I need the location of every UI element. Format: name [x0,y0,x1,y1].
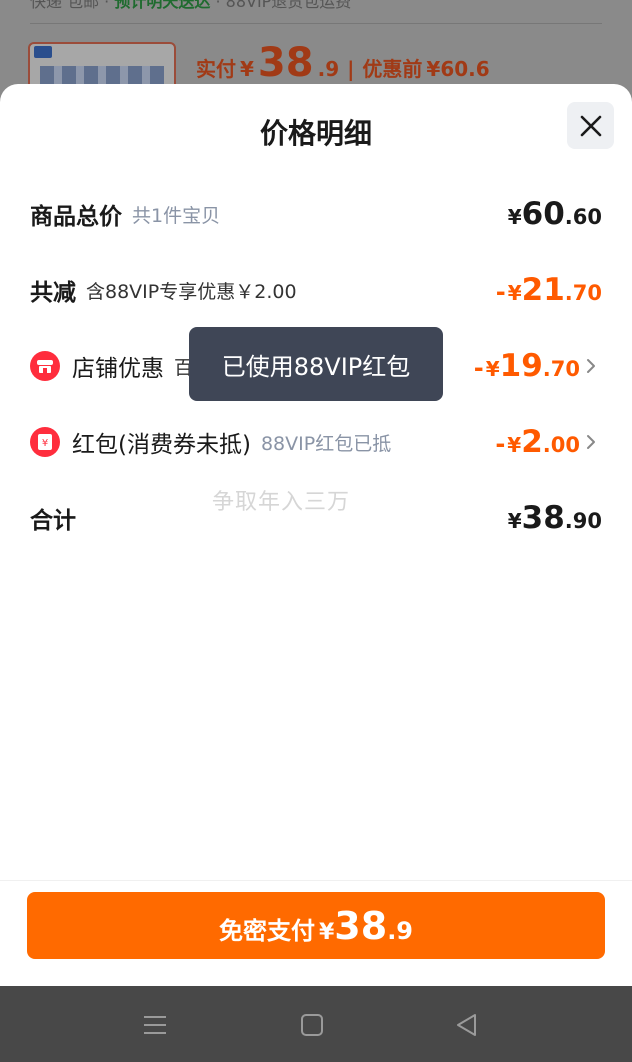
row-red-packet[interactable]: ¥ 红包(消费券未抵) 88VIP红包已抵 - ¥2.00 [30,422,602,462]
price-currency: ¥ [240,57,254,81]
minus-sign: - [495,430,506,458]
total-label: 商品总价 [30,204,122,230]
currency: ¥ [507,205,522,229]
divider [30,23,602,24]
sum-label: 合计 [30,508,76,534]
sheet-title: 价格明细 [259,117,372,150]
red-packet-label: 红包(消费券未抵) [72,432,251,458]
row-total-price: 商品总价 共1件宝贝 ¥60.60 [30,194,602,234]
red-packet-sub: 88VIP红包已抵 [260,432,392,455]
red-packet-amount: - ¥2.00 [495,424,580,460]
price-separator: | [347,57,355,81]
delivery-info: 快递 包邮 · 预计明天送达 · 88VIP退货包运费 [30,0,630,18]
amount-dec: .90 [564,509,602,533]
watermark: 争取年入三万 [212,490,351,515]
pay-amount-int: 38 [334,904,388,948]
original-price: ¥60.6 [426,57,490,81]
minus-sign: - [495,278,506,306]
shop-amount: - ¥19.70 [474,348,580,384]
amount-int: 2 [521,424,543,460]
price-detail-sheet: 价格明细 商品总价 共1件宝贝 ¥60.60 共减 含88VIP专享优惠￥2.0… [0,84,632,986]
minus-sign: - [473,354,484,382]
delivery-suffix: · 88VIP退货包运费 [210,0,352,11]
amount-int: 38 [521,500,565,536]
discount-amount: - ¥21.70 [496,272,602,308]
currency: ¥ [485,357,500,381]
back-icon[interactable] [452,1010,482,1040]
home-icon[interactable] [297,1010,327,1040]
amount-int: 60 [521,196,565,232]
footer-divider [0,880,632,881]
amount-dec: .60 [564,205,602,229]
close-icon [580,115,601,136]
system-nav-bar [0,986,632,1062]
price-int: 38 [257,40,314,86]
pay-amount-dec: .9 [387,917,414,945]
menu-icon[interactable] [140,1010,170,1040]
row-total-discount: 共减 含88VIP专享优惠￥2.00 - ¥21.70 [30,270,602,310]
brand-tag-icon [34,46,52,58]
price-label: 实付 [196,57,236,81]
toast-message: 已使用88VIP红包 [189,327,443,401]
chevron-right-icon [586,434,602,450]
price-dec: .9 [317,57,340,81]
sum-amount: ¥38.90 [508,500,602,536]
currency: ¥ [507,433,522,457]
shop-label: 店铺优惠 [72,356,164,382]
currency: ¥ [507,509,522,533]
pay-label: 免密支付 [218,917,315,945]
amount-int: 19 [499,348,543,384]
svg-text:¥: ¥ [42,438,48,449]
discount-sub: 含88VIP专享优惠￥2.00 [86,280,297,303]
shop-icon [30,351,60,381]
background-price: 实付 ¥ 38.9 | 优惠前 ¥60.6 [196,40,490,90]
amount-dec: .70 [564,281,602,305]
total-amount: ¥60.60 [508,196,602,232]
discount-label: 共减 [30,280,76,306]
delivery-highlight: 预计明天送达 [114,0,211,11]
amount-dec: .70 [542,357,580,381]
pay-currency: ¥ [318,920,335,945]
red-packet-icon: ¥ [30,427,60,457]
chevron-right-icon [586,358,602,374]
currency: ¥ [507,281,522,305]
amount-dec: .00 [542,433,580,457]
amount-int: 21 [521,272,565,308]
total-sub: 共1件宝贝 [132,204,221,227]
close-button[interactable] [567,102,614,149]
delivery-text: 快递 包邮 · [30,0,115,11]
original-label: 优惠前 [362,57,423,81]
pay-button[interactable]: 免密支付 ¥38.9 [27,892,605,959]
